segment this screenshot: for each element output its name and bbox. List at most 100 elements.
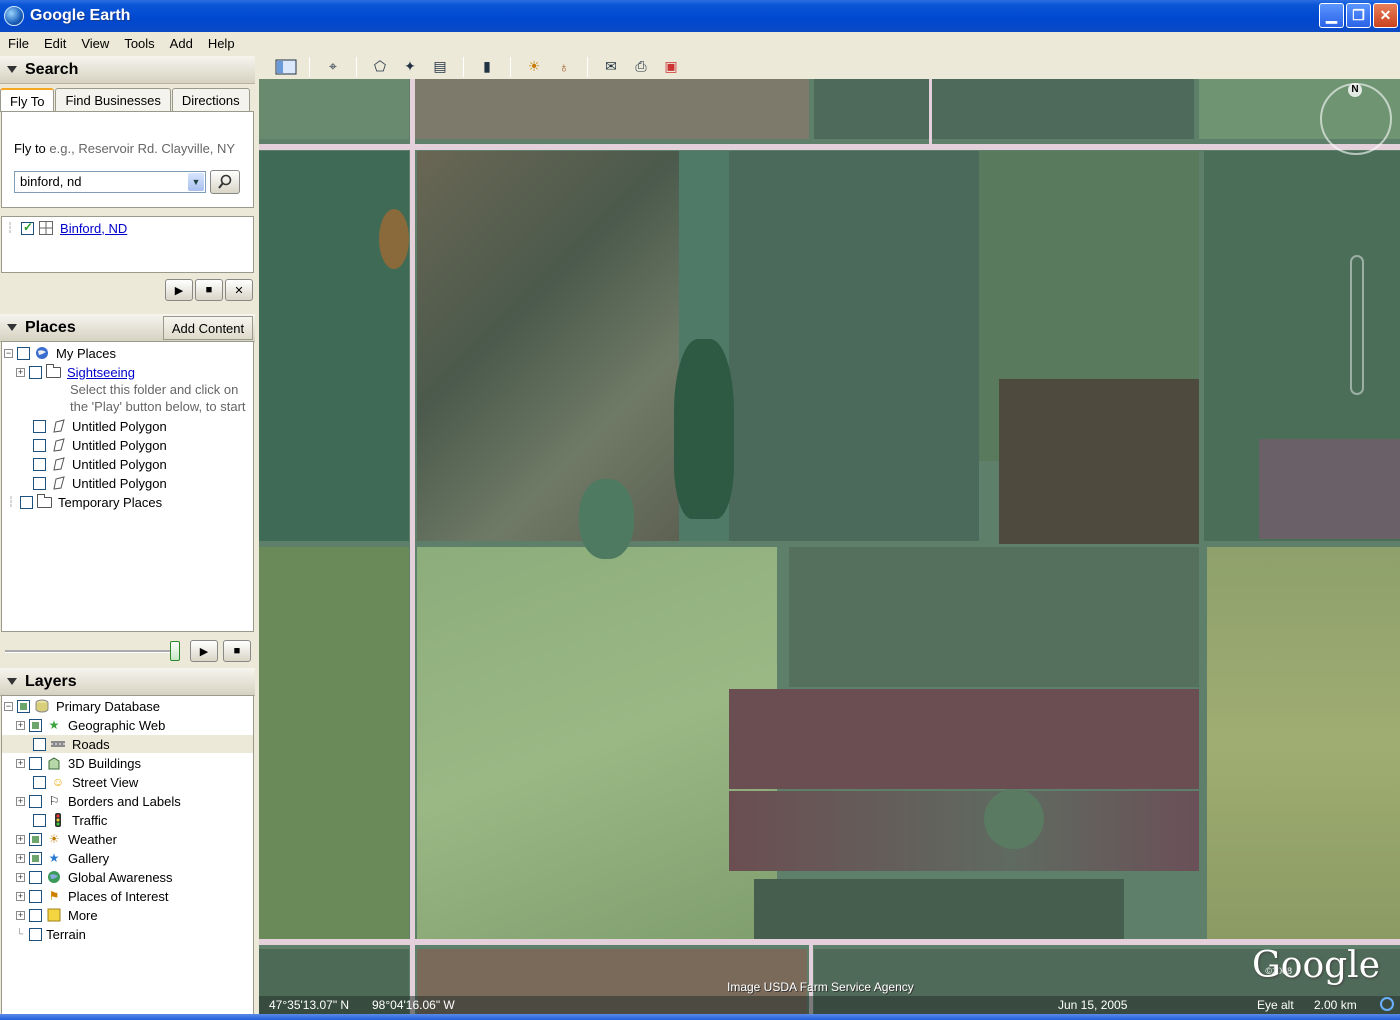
close-button[interactable]: ✕ — [1373, 3, 1398, 28]
slider-thumb[interactable] — [170, 641, 180, 661]
placemark-icon[interactable]: ⌖ — [320, 56, 346, 78]
polygon-checkbox[interactable] — [33, 457, 46, 471]
layer-checkbox[interactable] — [33, 737, 46, 751]
tab-fly-to[interactable]: Fly To — [0, 88, 55, 112]
temporary-places-checkbox[interactable] — [20, 495, 34, 509]
places-stop-button[interactable]: ■ — [223, 640, 251, 662]
layer-item-terrain[interactable]: └ Terrain — [16, 925, 86, 943]
collapse-arrow-icon[interactable] — [7, 324, 17, 331]
layer-item[interactable]: ☺ Street View — [33, 773, 138, 791]
tab-directions[interactable]: Directions — [171, 88, 250, 112]
layer-checkbox[interactable] — [29, 794, 42, 808]
star-icon: ★ — [48, 718, 60, 732]
expand-toggle[interactable]: + — [16, 758, 25, 768]
expand-toggle[interactable]: + — [16, 910, 25, 920]
sightseeing-checkbox[interactable] — [29, 365, 42, 379]
map-view[interactable]: N Image USDA Farm Service Agency ©2008 G… — [259, 79, 1400, 1014]
expand-toggle[interactable]: + — [16, 872, 25, 882]
tree-item-my-places[interactable]: − My Places — [4, 344, 116, 362]
layer-item[interactable]: + Global Awareness — [16, 868, 173, 886]
collapse-arrow-icon[interactable] — [7, 678, 17, 685]
sidebar-toggle-icon[interactable] — [273, 56, 299, 78]
layer-item-selected[interactable]: Roads — [2, 735, 253, 753]
collapse-toggle[interactable]: − — [4, 701, 13, 711]
add-content-button[interactable]: Add Content — [163, 316, 253, 340]
layer-item[interactable]: + ⚑ Places of Interest — [16, 887, 168, 905]
tree-item-polygon[interactable]: Untitled Polygon — [33, 436, 167, 454]
layer-item[interactable]: Traffic — [33, 811, 107, 829]
layer-checkbox[interactable] — [29, 908, 42, 922]
menu-help[interactable]: Help — [200, 36, 242, 51]
places-play-button[interactable]: ▶ — [190, 640, 218, 662]
expand-toggle[interactable]: + — [16, 853, 25, 863]
layer-item[interactable]: + ★ Geographic Web — [16, 716, 165, 734]
my-places-checkbox[interactable] — [17, 346, 30, 360]
layer-label: Borders and Labels — [68, 793, 181, 809]
layer-item[interactable]: + ☀ Weather — [16, 830, 117, 848]
layer-checkbox[interactable] — [17, 699, 30, 713]
expand-toggle[interactable]: + — [16, 796, 25, 806]
layer-item[interactable]: + ⚐ Borders and Labels — [16, 792, 181, 810]
collapse-arrow-icon[interactable] — [7, 66, 17, 73]
menu-edit[interactable]: Edit — [36, 36, 73, 51]
expand-toggle[interactable]: + — [16, 720, 25, 730]
menu-tools[interactable]: Tools — [116, 36, 161, 51]
ruler-icon[interactable]: ▮ — [474, 56, 500, 78]
overlay-tool-icon[interactable]: ▤ — [427, 56, 453, 78]
layer-checkbox[interactable] — [29, 870, 42, 884]
terrain-checkbox[interactable] — [29, 927, 43, 941]
sightseeing-link[interactable]: Sightseeing — [67, 365, 135, 380]
layer-checkbox[interactable] — [33, 813, 46, 827]
expand-toggle[interactable]: + — [16, 834, 25, 844]
minimize-button[interactable]: ▁ — [1319, 3, 1344, 28]
polygon-checkbox[interactable] — [33, 438, 46, 452]
layer-label: Places of Interest — [68, 888, 169, 904]
search-button[interactable] — [210, 170, 240, 194]
layers-panel-header[interactable]: Layers — [0, 668, 255, 696]
print-icon[interactable]: ⎙ — [628, 56, 654, 78]
dropdown-arrow-icon[interactable]: ▼ — [188, 173, 204, 191]
longitude-readout: 98°04'16.06" W — [372, 998, 455, 1012]
sky-planet-icon[interactable]: ♁ — [551, 56, 577, 78]
path-tool-icon[interactable]: ✦ — [397, 56, 423, 78]
result-checkbox[interactable] — [21, 220, 35, 235]
email-icon[interactable]: ✉ — [598, 56, 624, 78]
result-link[interactable]: Binford, ND — [60, 221, 127, 236]
expand-toggle[interactable]: + — [16, 891, 25, 901]
layer-checkbox[interactable] — [29, 851, 42, 865]
layer-checkbox[interactable] — [29, 718, 42, 732]
expand-toggle[interactable]: + — [16, 367, 25, 377]
tree-item-sightseeing[interactable]: + Sightseeing — [16, 363, 135, 381]
google-maps-icon[interactable]: ▣ — [658, 56, 684, 78]
collapse-toggle[interactable]: − — [4, 348, 13, 358]
tree-item-polygon[interactable]: Untitled Polygon — [33, 417, 167, 435]
tree-item-polygon[interactable]: Untitled Polygon — [33, 474, 167, 492]
fly-to-input[interactable]: binford, nd ▼ — [14, 171, 206, 193]
polygon-checkbox[interactable] — [33, 476, 46, 490]
tab-find-businesses[interactable]: Find Businesses — [55, 88, 171, 112]
polygon-checkbox[interactable] — [33, 419, 46, 433]
tree-item-temporary-places[interactable]: ┆ Temporary Places — [8, 493, 162, 511]
layer-checkbox[interactable] — [29, 756, 42, 770]
menu-file[interactable]: File — [0, 36, 36, 51]
maximize-button[interactable]: ❐ — [1346, 3, 1371, 28]
menu-view[interactable]: View — [73, 36, 116, 51]
stop-button[interactable]: ■ — [195, 279, 223, 301]
search-panel-header[interactable]: Search — [0, 56, 255, 84]
sunlight-icon[interactable]: ☀ — [521, 56, 547, 78]
menu-add[interactable]: Add — [162, 36, 200, 51]
layer-checkbox[interactable] — [29, 832, 42, 846]
tree-item-polygon[interactable]: Untitled Polygon — [33, 455, 167, 473]
result-item[interactable]: ┆ Binford, ND — [7, 219, 127, 237]
zoom-slider[interactable] — [1350, 255, 1364, 395]
layer-item[interactable]: + More — [16, 906, 98, 924]
clear-button[interactable]: ✕ — [225, 279, 253, 301]
polygon-tool-icon[interactable]: ⬠ — [367, 56, 393, 78]
layer-item[interactable]: + ★ Gallery — [16, 849, 109, 867]
layer-item[interactable]: − Primary Database — [4, 697, 160, 715]
layer-checkbox[interactable] — [33, 775, 46, 789]
tour-speed-slider[interactable] — [5, 650, 180, 653]
layer-item[interactable]: + 3D Buildings — [16, 754, 141, 772]
layer-checkbox[interactable] — [29, 889, 42, 903]
play-button[interactable]: ▶ — [165, 279, 193, 301]
